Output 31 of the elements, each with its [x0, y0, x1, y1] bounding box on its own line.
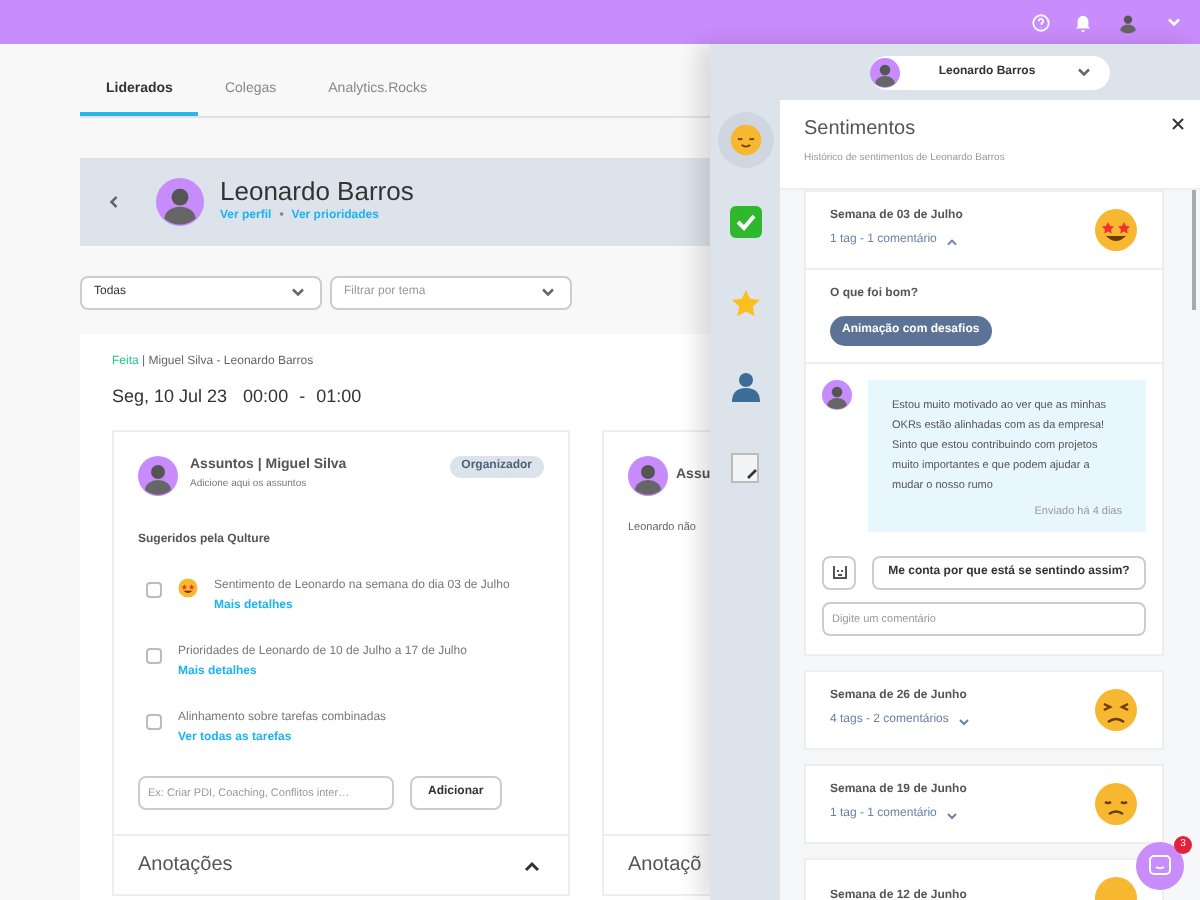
checkbox[interactable]: [146, 648, 162, 664]
chevron-down-icon: [956, 713, 973, 730]
star-eyed-face-icon: [1094, 207, 1138, 251]
chat-icon: [1148, 854, 1172, 878]
avatar-icon: [870, 57, 900, 87]
smiling-face-icon: [729, 124, 761, 156]
notes-header[interactable]: Anotações: [114, 834, 568, 894]
star-icon: [729, 288, 761, 320]
check-box-icon: [729, 206, 761, 238]
help-icon[interactable]: [1032, 13, 1050, 31]
avatar-icon: [822, 379, 852, 409]
star-eyed-face-icon: [178, 578, 198, 598]
checkbox[interactable]: [146, 582, 162, 598]
meeting-date: Seg, 10 Jul 23: [112, 383, 228, 410]
person-icon: [729, 370, 761, 402]
squinting-face-icon: [1094, 687, 1138, 732]
meeting-time: 00:00 - 01:00: [243, 383, 362, 409]
sad-face-icon: [1094, 781, 1138, 826]
avatar-icon: [138, 456, 178, 496]
profile-name: Leonardo Barros: [220, 176, 414, 208]
emoji-icon: [831, 565, 847, 580]
bell-icon[interactable]: [1074, 13, 1092, 31]
checkbox[interactable]: [146, 714, 162, 730]
scrollbar[interactable]: [1192, 189, 1196, 309]
chevron-down-icon: [944, 807, 961, 824]
avatar-icon: [156, 177, 204, 225]
avatar-icon: [628, 456, 668, 496]
panel-title: Sentimentos: [804, 116, 918, 144]
emoji-button[interactable]: [822, 555, 856, 590]
notepad-icon: [729, 452, 761, 484]
close-icon[interactable]: [1172, 118, 1184, 130]
